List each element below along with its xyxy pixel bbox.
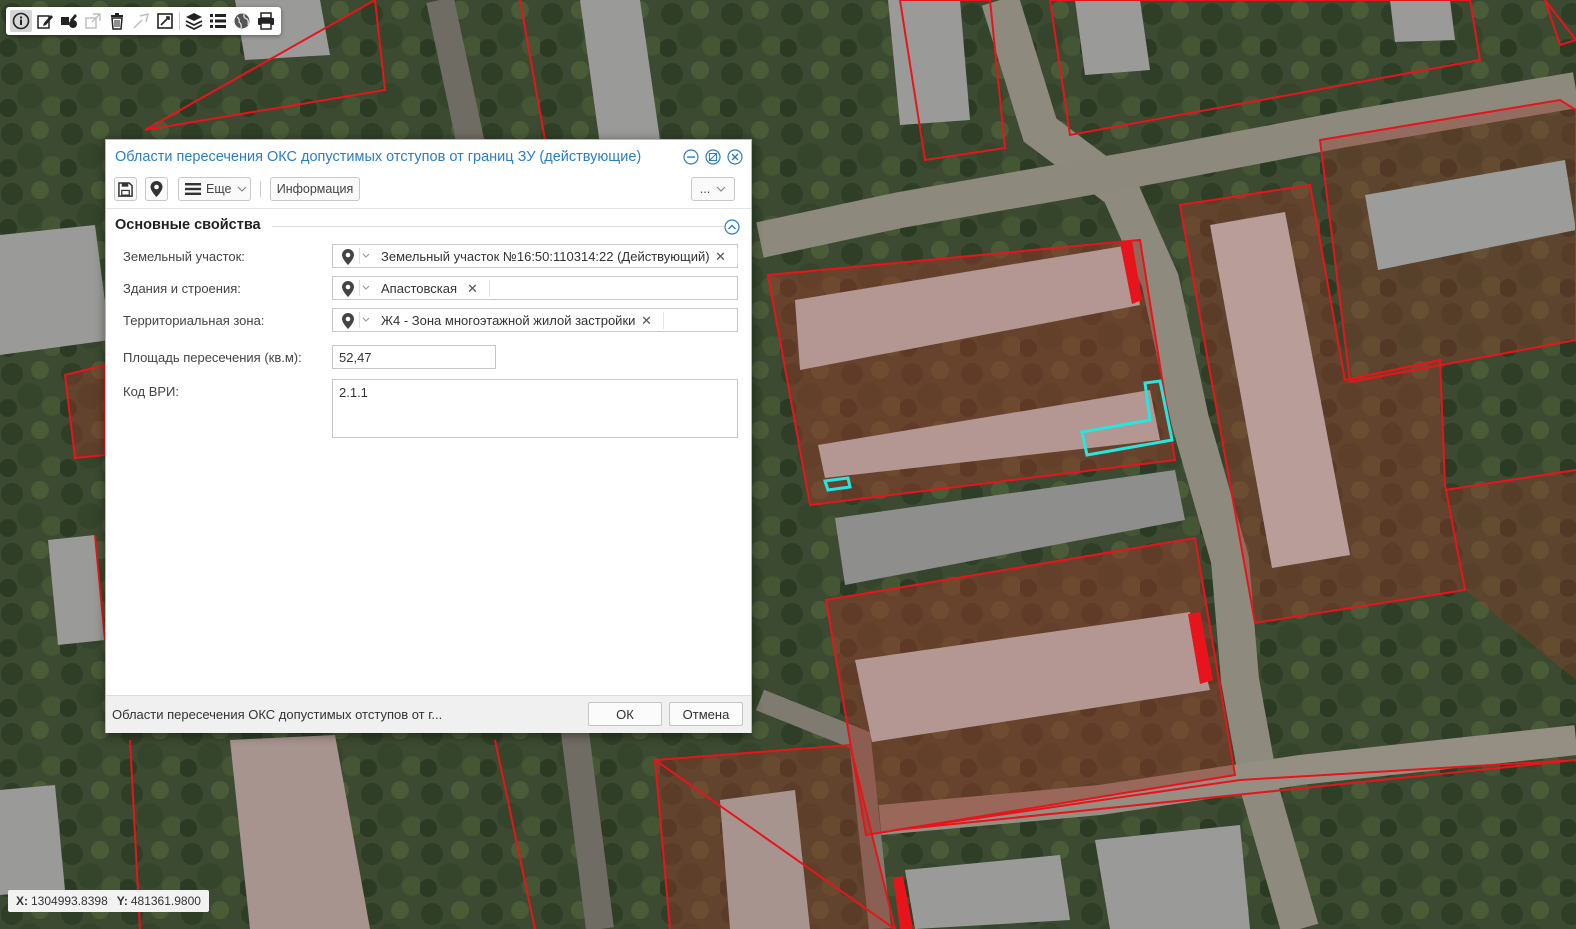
info-tool-button[interactable]	[10, 10, 32, 32]
remove-tag-button[interactable]: ✕	[641, 312, 652, 329]
globe-icon	[234, 13, 250, 29]
map-toolbar	[6, 7, 281, 35]
minimize-button[interactable]	[683, 149, 699, 165]
list-tool-button[interactable]	[207, 10, 229, 32]
save-icon	[118, 181, 133, 197]
dialog-title: Области пересечения ОКС допустимых отсту…	[115, 149, 642, 165]
toolbar-divider	[179, 12, 180, 30]
dialog-toolbar: Еще Информация ...	[114, 177, 742, 203]
edit-external-icon	[85, 13, 101, 29]
more-menu-label: Еще	[206, 182, 232, 196]
land-plot-field[interactable]: Земельный участок №16:50:110314:22 (Дейс…	[332, 244, 738, 268]
edit-object-tool-button[interactable]	[58, 10, 80, 32]
map-pin-icon[interactable]	[341, 313, 355, 329]
footer-object-name: Области пересечения ОКС допустимых отсту…	[112, 707, 443, 722]
info-button[interactable]: Информация	[270, 177, 360, 201]
dialog-footer: Области пересечения ОКС допустимых отсту…	[106, 695, 751, 733]
measure-tool-button[interactable]	[130, 10, 152, 32]
close-button[interactable]	[727, 149, 743, 165]
delete-tool-button[interactable]	[106, 10, 128, 32]
print-tool-button[interactable]	[255, 10, 277, 32]
chevron-up-icon	[724, 219, 740, 235]
minimize-icon	[683, 149, 699, 165]
edit-object-icon	[61, 14, 77, 28]
chevron-down-icon[interactable]	[359, 280, 372, 296]
print-icon	[258, 12, 274, 30]
restore-button[interactable]	[705, 149, 721, 165]
y-coord-label: Y:	[116, 894, 128, 908]
ok-button[interactable]: ОК	[588, 702, 662, 726]
zone-label: Территориальная зона:	[123, 313, 265, 328]
map-pin-icon[interactable]	[341, 249, 355, 265]
area-input[interactable]: 52,47	[332, 345, 496, 369]
area-label: Площадь пересечения (кв.м):	[123, 350, 302, 365]
x-coord-value: 1304993.8398	[31, 894, 108, 908]
buildings-label: Здания и строения:	[123, 281, 241, 296]
menu-icon	[185, 183, 201, 195]
section-title: Основные свойства	[115, 217, 261, 233]
buildings-field[interactable]: Апастовская ✕	[332, 276, 738, 300]
chevron-down-icon	[716, 186, 726, 192]
extra-actions-label: ...	[699, 182, 711, 196]
close-icon	[727, 149, 743, 165]
dialog-title-bar[interactable]: Области пересечения ОКС допустимых отсту…	[106, 140, 751, 173]
edit-geometry-tool-button[interactable]	[154, 10, 176, 32]
chevron-down-icon[interactable]	[359, 248, 372, 264]
vri-code-textarea[interactable]: 2.1.1	[332, 379, 738, 438]
delete-icon	[111, 13, 123, 30]
y-coord-value: 481361.9800	[130, 894, 201, 908]
zone-value: Ж4 - Зона многоэтажной жилой застройки	[381, 313, 636, 328]
info-icon	[12, 12, 30, 30]
edit-icon	[37, 15, 53, 29]
properties-dialog: Области пересечения ОКС допустимых отсту…	[105, 139, 752, 733]
layers-icon	[185, 13, 203, 30]
vri-code-label: Код ВРИ:	[123, 384, 180, 399]
land-plot-value: Земельный участок №16:50:110314:22 (Дейс…	[381, 249, 710, 264]
land-plot-tag: Земельный участок №16:50:110314:22 (Дейс…	[381, 248, 738, 265]
locate-button[interactable]	[145, 177, 168, 201]
land-plot-label: Земельный участок:	[123, 249, 245, 264]
chevron-down-icon[interactable]	[359, 312, 372, 328]
map-pin-icon	[150, 181, 163, 197]
map-pin-icon[interactable]	[341, 281, 355, 297]
edit-external-tool-button[interactable]	[82, 10, 104, 32]
buildings-value: Апастовская	[381, 281, 457, 296]
x-coord-label: X:	[16, 894, 28, 908]
info-button-label: Информация	[276, 182, 354, 196]
remove-tag-button[interactable]: ✕	[467, 280, 478, 297]
edit-tool-button[interactable]	[34, 10, 56, 32]
section-divider	[272, 226, 724, 227]
more-menu-button[interactable]: Еще	[178, 177, 251, 201]
extra-actions-button[interactable]: ...	[691, 177, 735, 201]
collapse-section-button[interactable]	[724, 219, 740, 235]
remove-tag-button[interactable]: ✕	[715, 248, 726, 265]
layers-tool-button[interactable]	[183, 10, 205, 32]
restore-icon	[705, 149, 721, 165]
zone-tag: Ж4 - Зона многоэтажной жилой застройки ✕	[381, 312, 664, 329]
cancel-button[interactable]: Отмена	[669, 702, 743, 726]
toolbar-divider	[260, 181, 261, 197]
save-button[interactable]	[114, 177, 137, 201]
measure-icon	[133, 12, 150, 29]
toolbar-separator	[106, 208, 751, 209]
chevron-down-icon	[238, 186, 247, 192]
buildings-tag: Апастовская ✕	[381, 280, 490, 297]
list-icon	[210, 14, 226, 28]
coordinates-readout: X: 1304993.8398 Y: 481361.9800	[8, 890, 209, 912]
edit-geometry-icon	[157, 13, 173, 29]
zone-field[interactable]: Ж4 - Зона многоэтажной жилой застройки ✕	[332, 308, 738, 332]
globe-tool-button[interactable]	[231, 10, 253, 32]
